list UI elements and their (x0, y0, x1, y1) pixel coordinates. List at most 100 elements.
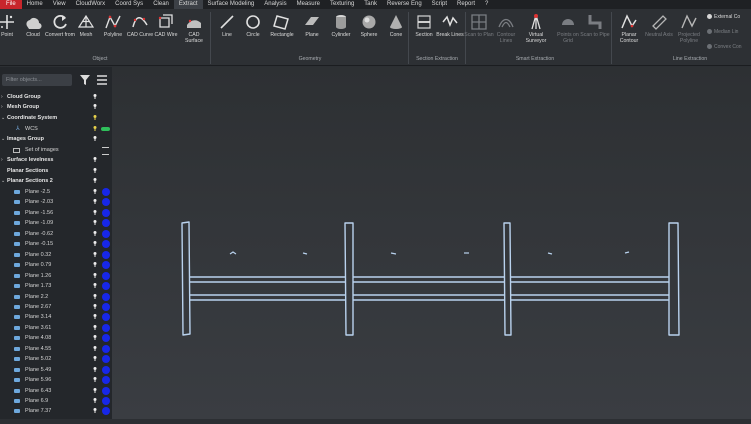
expand-arrow-icon[interactable]: › (1, 155, 3, 165)
collapse-arrow-icon[interactable]: ⌄ (1, 134, 5, 144)
color-dot-icon[interactable] (102, 208, 110, 217)
visibility-pin-icon[interactable] (93, 199, 97, 205)
tree-item-plane[interactable]: Plane 5.96 (0, 375, 112, 385)
color-dot-icon[interactable] (102, 198, 110, 207)
tree-item-plane[interactable]: Plane -0.15 (0, 239, 112, 249)
color-dot-icon[interactable] (102, 313, 110, 322)
menu-help[interactable]: ? (480, 0, 493, 9)
visibility-pin-icon[interactable] (93, 220, 97, 226)
tree-item-plane[interactable]: Plane 4.08 (0, 333, 112, 343)
color-dot-icon[interactable] (102, 323, 110, 332)
color-dot-icon[interactable] (102, 355, 110, 364)
color-dot-icon[interactable] (102, 261, 110, 270)
tree-item-plane[interactable]: Plane 2.67 (0, 302, 112, 312)
tree-item-plane[interactable]: Plane -1.56 (0, 208, 112, 218)
tree-item-mesh-group[interactable]: › Mesh Group (0, 102, 112, 112)
scan-to-pipe-button[interactable]: Scan to Pipe (580, 11, 610, 38)
visibility-pin-icon[interactable] (93, 126, 97, 131)
tree-item-set-of-images[interactable]: Set of images (0, 145, 112, 155)
color-dot-icon[interactable] (102, 219, 110, 228)
menu-coord-sys[interactable]: Coord Sys (110, 0, 148, 9)
visibility-pin-icon[interactable] (93, 356, 97, 362)
menu-file[interactable]: File (0, 0, 22, 9)
visibility-pin-icon[interactable] (93, 94, 97, 99)
color-dot-icon[interactable] (102, 250, 110, 259)
filter-input[interactable]: Filter objects... (2, 74, 72, 86)
color-dot-icon[interactable] (102, 188, 110, 196)
expand-arrow-icon[interactable]: › (1, 92, 3, 102)
cad-wire-button[interactable]: CAD Wire (151, 11, 181, 38)
tree-item-surface-levelness[interactable]: › Surface levelness (0, 155, 112, 165)
visibility-pin-icon[interactable] (93, 136, 97, 141)
color-dot-icon[interactable] (102, 376, 110, 385)
color-dot-icon[interactable] (102, 302, 110, 311)
color-dot-icon[interactable] (102, 282, 110, 291)
virtual-surveyor-button[interactable]: Virtual Surveyor (521, 11, 551, 44)
cad-surface-button[interactable]: CAD Surface (179, 11, 209, 44)
collapse-arrow-icon[interactable]: ⌄ (1, 176, 5, 186)
tree-item-plane[interactable]: Plane 1.73 (0, 281, 112, 291)
color-dot-icon[interactable] (102, 397, 110, 405)
tree-item-plane[interactable]: Plane 5.49 (0, 365, 112, 375)
tree-item-planar-sections[interactable]: Planar Sections (0, 166, 112, 176)
polyline-button[interactable]: Polyline (98, 11, 128, 38)
visibility-pin-icon[interactable] (93, 157, 97, 162)
tree-item-plane[interactable]: Plane 7.37 (0, 406, 112, 416)
circle-button[interactable]: Circle (238, 11, 268, 38)
visibility-pin-icon[interactable] (93, 398, 97, 403)
visibility-pin-icon[interactable] (93, 115, 97, 120)
list-icon[interactable] (102, 147, 109, 155)
visibility-pin-icon[interactable] (93, 345, 97, 351)
contour-lines-button[interactable]: Contour Lines (491, 11, 521, 44)
visibility-pin-icon[interactable] (93, 408, 97, 414)
rectangle-button[interactable]: Rectangle (267, 11, 297, 38)
color-dot-icon[interactable] (102, 407, 110, 416)
points-on-grid-button[interactable]: Points on Grid (553, 11, 583, 44)
visibility-pin-icon[interactable] (93, 272, 97, 278)
color-dot-icon[interactable] (102, 365, 110, 374)
tree-item-plane[interactable]: Plane -2.03 (0, 197, 112, 207)
tree-item-plane[interactable]: Plane -2.5 (0, 187, 112, 197)
convex-contour-item[interactable]: Convex Con (707, 44, 742, 50)
color-dot-icon[interactable] (102, 386, 110, 395)
visibility-pin-icon[interactable] (93, 209, 97, 215)
visibility-pin-icon[interactable] (93, 104, 97, 109)
menu-extract[interactable]: Extract (173, 0, 203, 9)
tree-item-planar-sections-2[interactable]: ⌄ Planar Sections 2 (0, 176, 112, 186)
color-dot-icon[interactable] (102, 344, 110, 353)
visibility-pin-icon[interactable] (93, 283, 97, 289)
tree-item-plane[interactable]: Plane -1.09 (0, 218, 112, 228)
visibility-pin-icon[interactable] (93, 303, 97, 309)
visibility-pin-icon[interactable] (93, 324, 97, 330)
3d-viewport[interactable] (112, 67, 751, 419)
menu-tank[interactable]: Tank (359, 0, 382, 9)
visibility-pin-icon[interactable] (93, 178, 97, 183)
tree-item-plane[interactable]: Plane 4.55 (0, 344, 112, 354)
plane-button[interactable]: Plane (297, 11, 327, 38)
planar-contour-button[interactable]: Planar Contour (614, 11, 644, 44)
tree-item-plane[interactable]: Plane 6.9 (0, 396, 112, 406)
cloud-button[interactable]: Cloud (18, 11, 48, 38)
menu-report[interactable]: Report (452, 0, 480, 9)
neutral-axis-button[interactable]: Neutral Axis (644, 11, 674, 38)
visibility-pin-icon[interactable] (93, 241, 97, 247)
scan-to-plan-button[interactable]: Scan to Plan (464, 11, 494, 38)
tree-item-plane[interactable]: Plane 5.02 (0, 354, 112, 364)
cylinder-button[interactable]: Cylinder (326, 11, 356, 38)
projected-polyline-button[interactable]: Projected Polyline (674, 11, 704, 44)
tree-item-plane[interactable]: Plane 0.79 (0, 260, 112, 270)
active-toggle[interactable] (101, 127, 110, 131)
visibility-pin-icon[interactable] (93, 251, 97, 257)
tree-item-plane[interactable]: Plane -0.62 (0, 229, 112, 239)
visibility-pin-icon[interactable] (93, 168, 97, 173)
menu-home[interactable]: Home (22, 0, 48, 9)
tree-item-plane[interactable]: Plane 2.2 (0, 292, 112, 302)
visibility-pin-icon[interactable] (93, 335, 97, 341)
visibility-pin-icon[interactable] (93, 377, 97, 383)
collapse-arrow-icon[interactable]: ⌄ (1, 113, 5, 123)
tree-item-plane[interactable]: Plane 0.32 (0, 250, 112, 260)
menu-texturing[interactable]: Texturing (325, 0, 359, 9)
menu-measure[interactable]: Measure (292, 0, 325, 9)
break-lines-button[interactable]: Break Lines (435, 11, 465, 38)
tree-item-plane[interactable]: Plane 3.14 (0, 312, 112, 322)
